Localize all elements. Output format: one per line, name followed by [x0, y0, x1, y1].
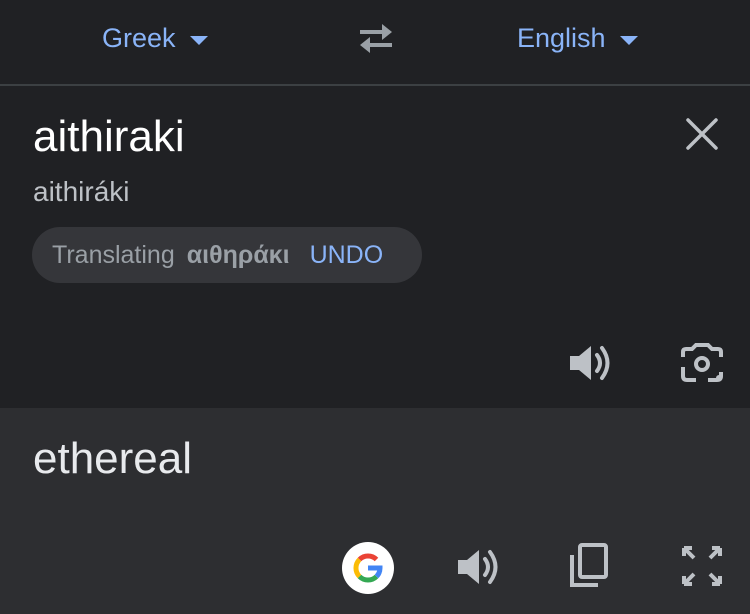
language-bar: Greek English [0, 0, 750, 84]
source-language-label: Greek [102, 22, 176, 53]
camera-lens-icon[interactable] [678, 342, 726, 384]
undo-button[interactable]: UNDO [310, 241, 384, 270]
speaker-icon[interactable] [566, 342, 614, 384]
translation-text: ethereal [33, 434, 193, 483]
suggestion-chip: Translating αιθηράκι UNDO [32, 227, 422, 283]
google-logo-icon[interactable] [342, 542, 394, 594]
source-panel: aithiraki aithiráki Translating αιθηράκι… [0, 86, 750, 408]
translation-panel: ethereal [0, 408, 750, 614]
speaker-icon[interactable] [454, 545, 502, 589]
source-language-selector[interactable]: Greek [102, 18, 208, 58]
chevron-down-icon [189, 35, 208, 45]
chevron-down-icon [619, 35, 638, 45]
target-language-selector[interactable]: English [517, 18, 638, 58]
close-icon[interactable] [684, 116, 720, 152]
copy-icon[interactable] [566, 541, 612, 591]
chip-prefix-text: Translating [52, 240, 175, 269]
chip-suggested-text[interactable]: αιθηράκι [187, 241, 290, 270]
swap-languages-icon[interactable] [354, 20, 398, 56]
fullscreen-icon[interactable] [680, 544, 724, 588]
target-language-label: English [517, 22, 606, 53]
transliteration-text: aithiráki [33, 176, 130, 207]
source-text-input[interactable]: aithiraki [33, 112, 185, 162]
